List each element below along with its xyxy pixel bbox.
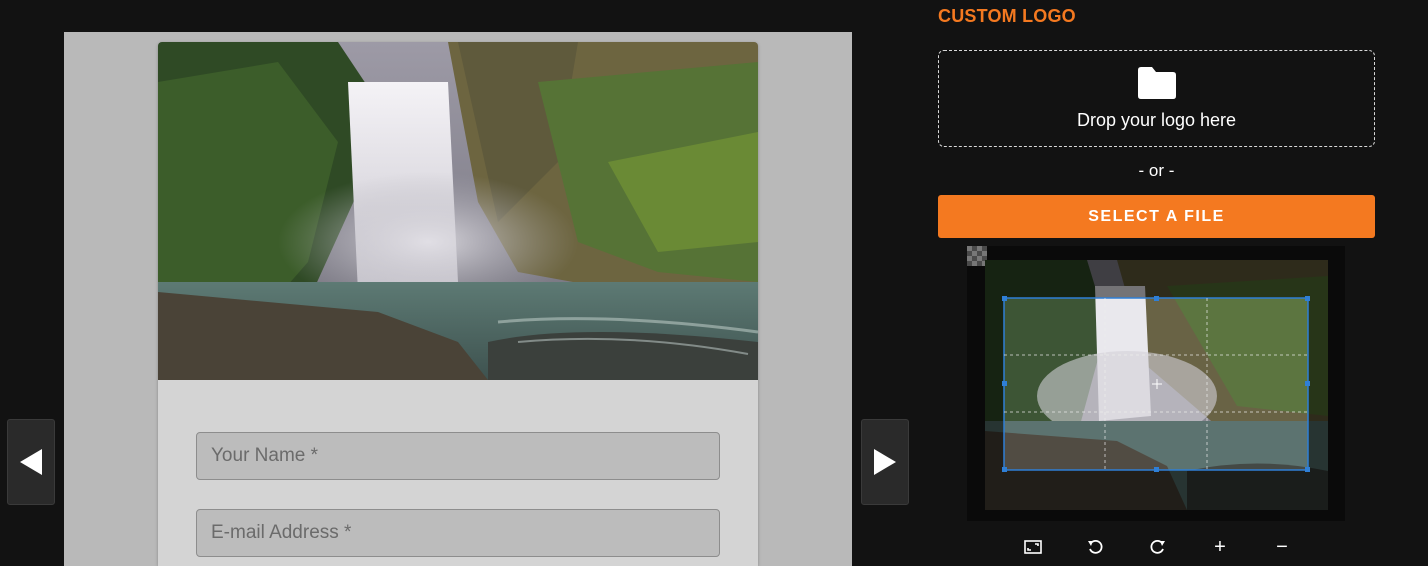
rotate-right-icon bbox=[1150, 539, 1165, 554]
logo-cropper[interactable] bbox=[967, 246, 1345, 521]
form-preview-card bbox=[158, 42, 758, 566]
transparency-checker bbox=[967, 246, 987, 266]
email-address-input[interactable] bbox=[196, 509, 720, 557]
custom-logo-panel: CUSTOM LOGO Drop your logo here - or - S… bbox=[938, 0, 1375, 566]
zoom-in-icon: + bbox=[1214, 535, 1226, 558]
folder-icon bbox=[1137, 67, 1176, 99]
triangle-left-icon bbox=[20, 449, 42, 475]
aspect-ratio-button[interactable] bbox=[1019, 533, 1047, 561]
rotate-left-icon bbox=[1088, 539, 1103, 554]
rotate-left-button[interactable] bbox=[1081, 533, 1109, 561]
logo-drop-zone[interactable]: Drop your logo here bbox=[938, 50, 1375, 147]
previous-button[interactable] bbox=[7, 419, 55, 505]
next-button[interactable] bbox=[861, 419, 909, 505]
zoom-in-button[interactable]: + bbox=[1206, 533, 1234, 561]
aspect-ratio-icon bbox=[1024, 540, 1042, 554]
cropper-canvas bbox=[967, 246, 1328, 510]
zoom-out-icon: − bbox=[1276, 535, 1288, 558]
select-file-button[interactable]: SELECT A FILE bbox=[938, 195, 1375, 238]
waterfall-hero-image bbox=[158, 42, 758, 380]
your-name-input[interactable] bbox=[196, 432, 720, 480]
zoom-out-button[interactable]: − bbox=[1268, 533, 1296, 561]
cropper-toolbar: + − bbox=[1014, 533, 1314, 561]
rotate-right-button[interactable] bbox=[1144, 533, 1172, 561]
or-separator: - or - bbox=[1138, 161, 1175, 180]
drop-zone-label: Drop your logo here bbox=[1076, 110, 1237, 130]
triangle-right-icon bbox=[874, 449, 896, 475]
custom-logo-heading: CUSTOM LOGO bbox=[938, 6, 1076, 26]
crop-box[interactable] bbox=[1002, 296, 1310, 472]
